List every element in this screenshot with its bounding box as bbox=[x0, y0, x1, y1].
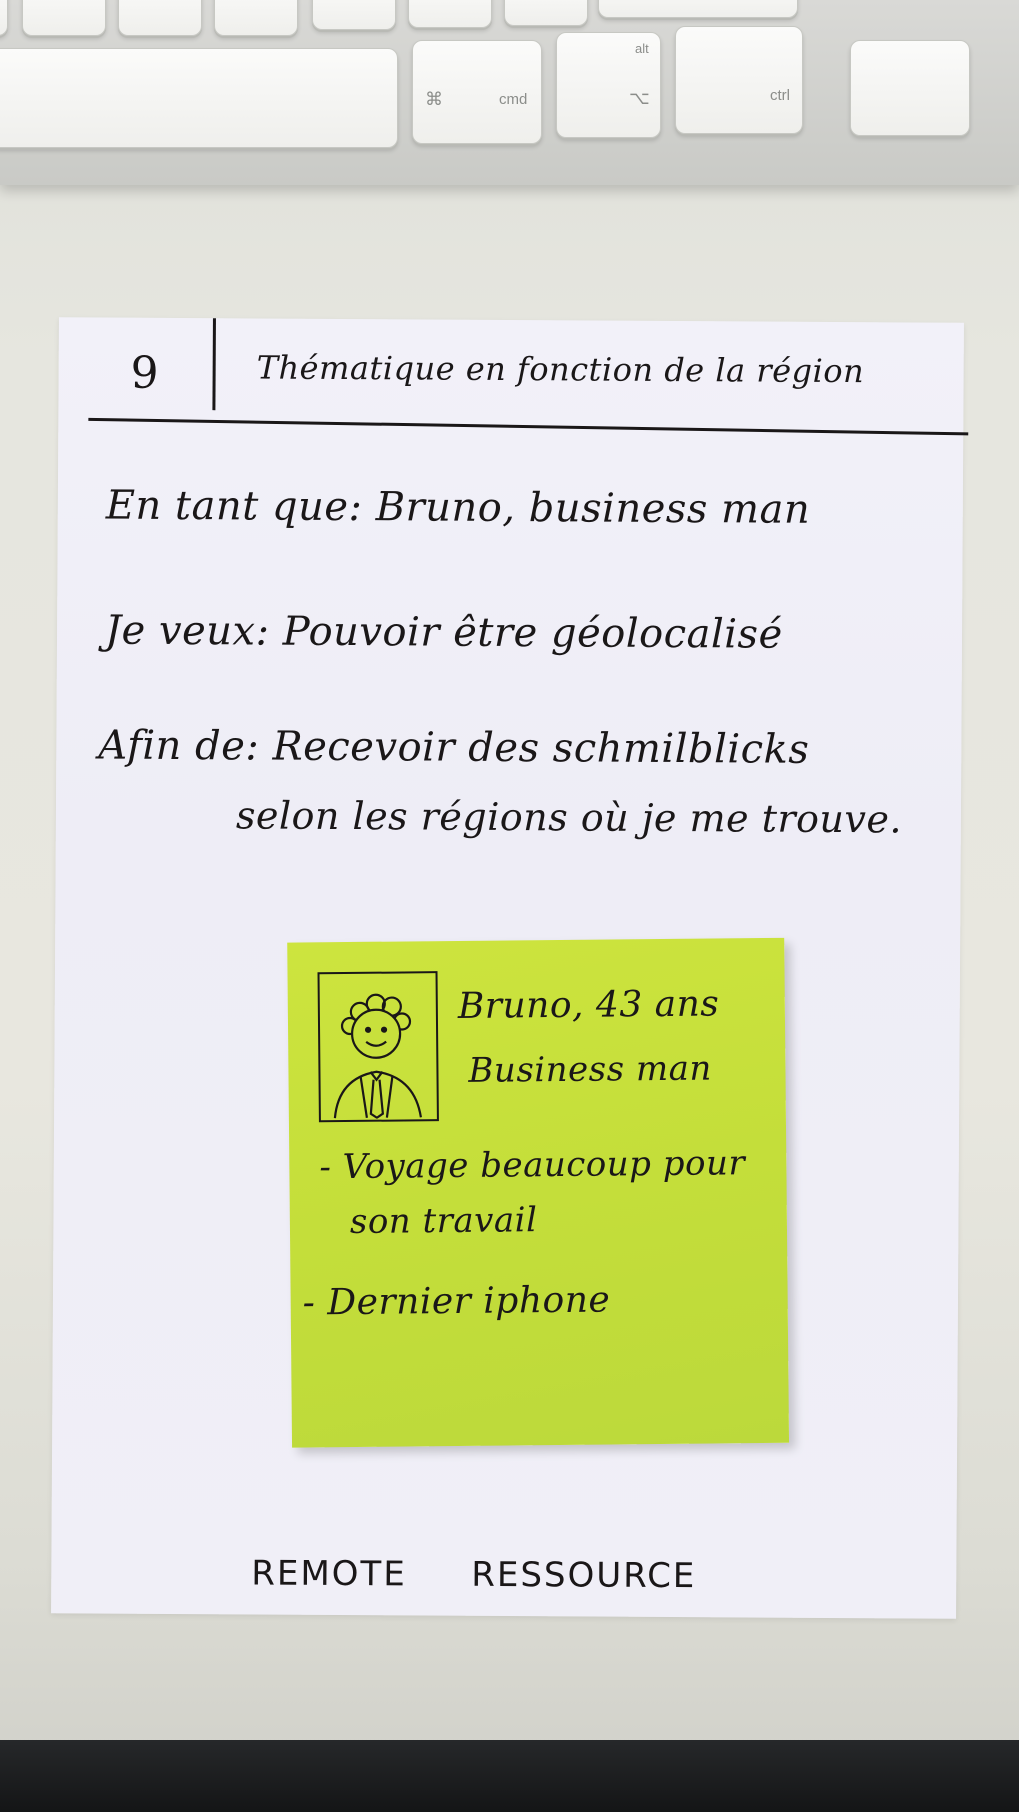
photo-scene: ⌘ cmd alt ⌥ ctrl 9 Thématique en fonctio… bbox=[0, 0, 1019, 1812]
keyboard-key bbox=[312, 0, 396, 30]
cmd-symbol-icon: ⌘ bbox=[425, 89, 443, 109]
header-rule bbox=[88, 417, 969, 436]
keyboard: ⌘ cmd alt ⌥ ctrl bbox=[0, 0, 1019, 185]
footer-ressource: RESSOURCE bbox=[471, 1554, 697, 1597]
desk-edge bbox=[0, 1740, 1019, 1812]
keyboard-key bbox=[850, 40, 970, 136]
so-that-continuation: selon les régions où je me trouve. bbox=[235, 793, 903, 842]
alt-key-label: alt bbox=[635, 41, 649, 56]
header-divider bbox=[212, 318, 216, 411]
persona-trait-travel-continuation: son travail bbox=[349, 1200, 538, 1242]
user-story-card: 9 Thématique en fonction de la région En… bbox=[51, 317, 969, 1619]
persona-trait-phone: - Dernier iphone bbox=[302, 1279, 611, 1324]
keyboard-key bbox=[22, 0, 106, 36]
cmd-key: ⌘ cmd bbox=[412, 40, 542, 144]
keyboard-key bbox=[504, 0, 588, 26]
as-a-line: En tant que: Bruno, business man bbox=[105, 482, 811, 533]
keyboard-key bbox=[0, 0, 8, 36]
so-that-line: Afin de: Recevoir des schmilblicks bbox=[98, 722, 810, 773]
option-symbol-icon: ⌥ bbox=[629, 88, 650, 108]
keyboard-key bbox=[214, 0, 298, 36]
persona-name-age: Bruno, 43 ans bbox=[457, 983, 720, 1027]
alt-key: alt ⌥ bbox=[556, 32, 661, 138]
persona-sticky-note: Bruno, 43 ans Business man - Voyage beau… bbox=[287, 937, 790, 1448]
ctrl-key: ctrl bbox=[675, 26, 803, 134]
keyboard-key bbox=[408, 0, 492, 28]
persona-trait-travel: - Voyage beaucoup pour bbox=[319, 1143, 746, 1188]
footer-remote: REMOTE bbox=[251, 1553, 407, 1595]
persona-role: Business man bbox=[468, 1048, 712, 1091]
card-title: Thématique en fonction de la région bbox=[256, 348, 865, 391]
businessman-drawing-icon bbox=[333, 993, 422, 1120]
cmd-key-label: cmd bbox=[499, 91, 528, 108]
card-number: 9 bbox=[130, 347, 160, 399]
ctrl-key-label: ctrl bbox=[770, 87, 790, 104]
keyboard-key bbox=[598, 0, 798, 18]
space-bar-key bbox=[0, 48, 398, 148]
keyboard-key bbox=[118, 0, 202, 36]
i-want-line: Je veux: Pouvoir être géolocalisé bbox=[104, 607, 783, 658]
persona-portrait-icon bbox=[317, 971, 439, 1123]
